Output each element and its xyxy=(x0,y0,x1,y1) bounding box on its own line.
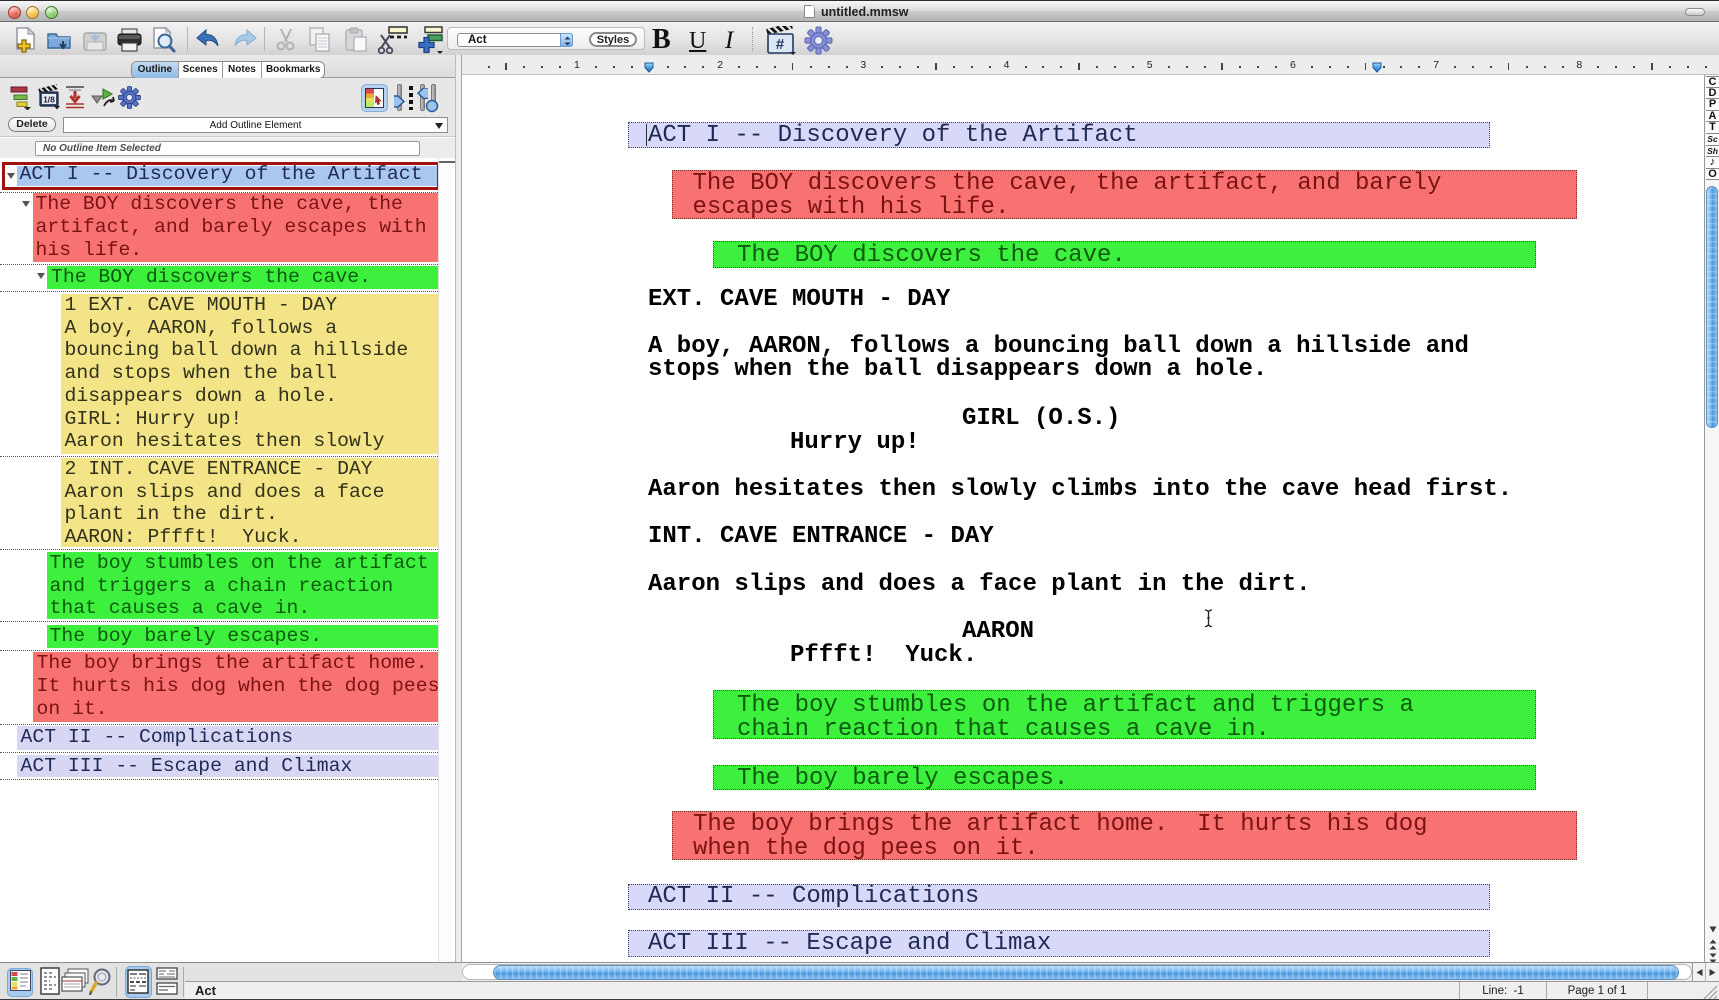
svg-text:#: # xyxy=(776,36,785,53)
svg-text:1/8: 1/8 xyxy=(43,95,55,105)
